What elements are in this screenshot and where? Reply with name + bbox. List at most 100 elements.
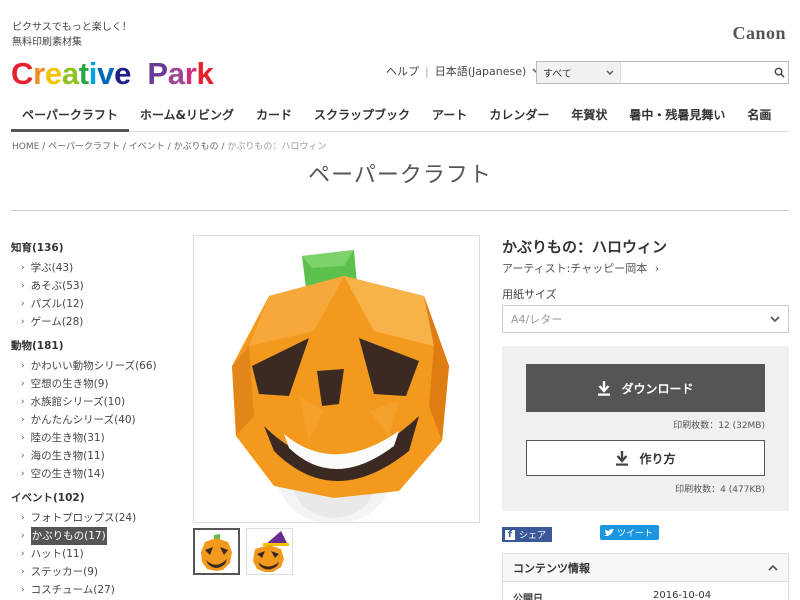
logo-letter: e — [114, 56, 132, 91]
search-scope-label: すべて — [543, 69, 572, 80]
sidebar-category-title[interactable]: イベント(102) — [11, 490, 181, 505]
paper-size-select[interactable]: A4/レター — [502, 305, 789, 333]
sidebar-item-label: パズル(12) — [30, 298, 84, 310]
chevron-right-icon: › — [21, 513, 25, 523]
chevron-right-icon: › — [21, 299, 25, 309]
nav-item[interactable]: 年賀状 — [560, 98, 618, 132]
logo-letter: i — [88, 56, 98, 91]
breadcrumb-link[interactable]: かぶりもの — [174, 142, 219, 152]
logo-letter: r — [184, 56, 197, 91]
content-info-panel: コンテンツ情報 公開日 2016-10-04 — [502, 553, 789, 600]
sidebar-item-label: かんたんシリーズ(40) — [30, 414, 136, 426]
nav-item[interactable]: アート — [421, 98, 478, 132]
sidebar-item[interactable]: › 陸の生き物(31) — [11, 429, 181, 447]
nav-item[interactable]: スクラップブック — [303, 98, 421, 132]
logo-letter: P — [147, 56, 168, 91]
sidebar-item-label: 陸の生き物(31) — [30, 432, 105, 444]
help-link[interactable]: ヘルプ — [386, 63, 419, 79]
sidebar-item[interactable]: › 海の生き物(11) — [11, 447, 181, 465]
nav-item[interactable]: ホーム&リビング — [129, 98, 245, 132]
breadcrumb-link[interactable]: HOME — [12, 142, 39, 152]
sidebar-item[interactable]: › 水族館シリーズ(10) — [11, 393, 181, 411]
sidebar-item-label: コスチューム(27) — [30, 584, 115, 596]
utility-nav: ヘルプ | 日本語(Japanese) — [386, 63, 540, 79]
nav-item[interactable]: 名画 — [736, 98, 782, 132]
breadcrumb-separator: / — [39, 142, 49, 152]
artist-link[interactable]: アーティスト:チャッピー岡本 › — [502, 260, 659, 276]
twitter-icon — [604, 528, 614, 536]
chevron-down-icon — [606, 70, 614, 75]
paper-size-label: 用紙サイズ — [502, 288, 557, 301]
nav-item[interactable]: カレンダー — [478, 98, 560, 132]
publish-date-label: 公開日 — [513, 594, 543, 600]
logo-letter: r — [33, 56, 45, 91]
facebook-share-button[interactable]: f シェア — [502, 527, 553, 542]
sidebar-item[interactable]: › かんたんシリーズ(40) — [11, 411, 181, 429]
sidebar-item-label: フォトプロップス(24) — [30, 512, 137, 524]
instructions-button[interactable]: 作り方 — [526, 440, 765, 476]
nav-item[interactable]: カード — [245, 98, 303, 132]
sidebar-item-label: あそぶ(53) — [30, 280, 84, 292]
share-label: シェア — [519, 531, 547, 541]
chevron-right-icon: › — [21, 531, 25, 541]
chevron-right-icon: › — [21, 415, 25, 425]
sidebar-item[interactable]: › ゲーム(28) — [11, 313, 181, 331]
download-count: 印刷枚数：12 (32MB) — [673, 421, 765, 431]
creative-park-logo[interactable]: Creative Park — [11, 56, 214, 92]
tagline-line-2: 無料印刷素材集 — [12, 37, 82, 48]
tagline-line-1: ピクサスでもっと楽しく！ — [12, 22, 132, 33]
tweet-label: ツイート — [617, 529, 654, 539]
download-button[interactable]: ダウンロード — [526, 364, 765, 412]
artist-label: アーティスト:チャッピー岡本 — [502, 262, 648, 275]
sidebar-item[interactable]: › ステッカー(9) — [11, 563, 181, 581]
chevron-right-icon: › — [21, 469, 25, 479]
facebook-icon: f — [505, 529, 515, 540]
language-select[interactable]: 日本語(Japanese) — [435, 63, 541, 79]
download-icon — [598, 381, 611, 396]
nav-item[interactable]: ペーパークラフト — [11, 98, 129, 132]
sidebar-item[interactable]: › 学ぶ(43) — [11, 259, 181, 277]
publish-date-value: 2016-10-04 — [653, 590, 712, 600]
chevron-right-icon: › — [21, 567, 25, 577]
sidebar-item-label: ステッカー(9) — [30, 566, 98, 578]
sidebar-group: イベント(102) › フォトプロップス(24) › かぶりもの(17) › ハット(11)… — [11, 490, 181, 599]
sidebar-item[interactable]: › かぶりもの(17) — [11, 527, 181, 545]
product-image[interactable] — [193, 235, 480, 523]
tweet-button[interactable]: ツイート — [600, 525, 660, 540]
sidebar-item[interactable]: › コスチューム(27) — [11, 581, 181, 599]
sidebar-item-label: 空想の生き物(9) — [30, 378, 109, 390]
search-icon — [774, 67, 785, 78]
sidebar-item[interactable]: › フォトプロップス(24) — [11, 509, 181, 527]
instructions-count: 印刷枚数：4 (477KB) — [675, 485, 765, 495]
content-info-title: コンテンツ情報 — [513, 561, 590, 575]
breadcrumb-link[interactable]: ペーパークラフト — [48, 142, 120, 152]
tagline: ピクサスでもっと楽しく！ 無料印刷素材集 — [12, 20, 132, 50]
pumpkin-thumbnail — [201, 534, 232, 571]
sidebar-category-title[interactable]: 知育(136) — [11, 240, 181, 255]
sidebar-category-title[interactable]: 動物(181) — [11, 338, 181, 353]
sidebar-item[interactable]: › パズル(12) — [11, 295, 181, 313]
search-scope-select[interactable]: すべて — [537, 62, 621, 83]
sidebar-item-label: かぶりもの(17) — [30, 527, 107, 545]
download-label: ダウンロード — [621, 381, 694, 396]
sidebar-item[interactable]: › 空想の生き物(9) — [11, 375, 181, 393]
logo-letter: a — [61, 56, 79, 91]
nav-item[interactable]: 暑中・残暑見舞い — [618, 98, 736, 132]
breadcrumb-link[interactable]: イベント — [129, 142, 165, 152]
sidebar-item[interactable]: › あそぶ(53) — [11, 277, 181, 295]
content-info-header[interactable]: コンテンツ情報 — [503, 554, 788, 582]
canon-logo[interactable]: Canon — [732, 23, 786, 44]
search-input[interactable] — [620, 62, 771, 83]
sidebar-item[interactable]: › かわいい動物シリーズ(66) — [11, 357, 181, 375]
sidebar-item-label: かわいい動物シリーズ(66) — [30, 360, 157, 372]
logo-letter: v — [97, 56, 115, 91]
thumbnail-1[interactable] — [193, 528, 240, 575]
download-panel: ダウンロード 印刷枚数：12 (32MB) 作り方 印刷枚数：4 (477KB) — [502, 346, 789, 511]
sidebar-group: 動物(181) › かわいい動物シリーズ(66) › 空想の生き物(9) › 水族館シリーズ… — [11, 338, 181, 483]
sidebar-item[interactable]: › ハット(11) — [11, 545, 181, 563]
search-button[interactable] — [771, 62, 788, 83]
chevron-right-icon: › — [21, 397, 25, 407]
thumbnail-2[interactable] — [246, 528, 293, 575]
logo-letter: C — [11, 56, 34, 91]
sidebar-item[interactable]: › 空の生き物(14) — [11, 465, 181, 483]
